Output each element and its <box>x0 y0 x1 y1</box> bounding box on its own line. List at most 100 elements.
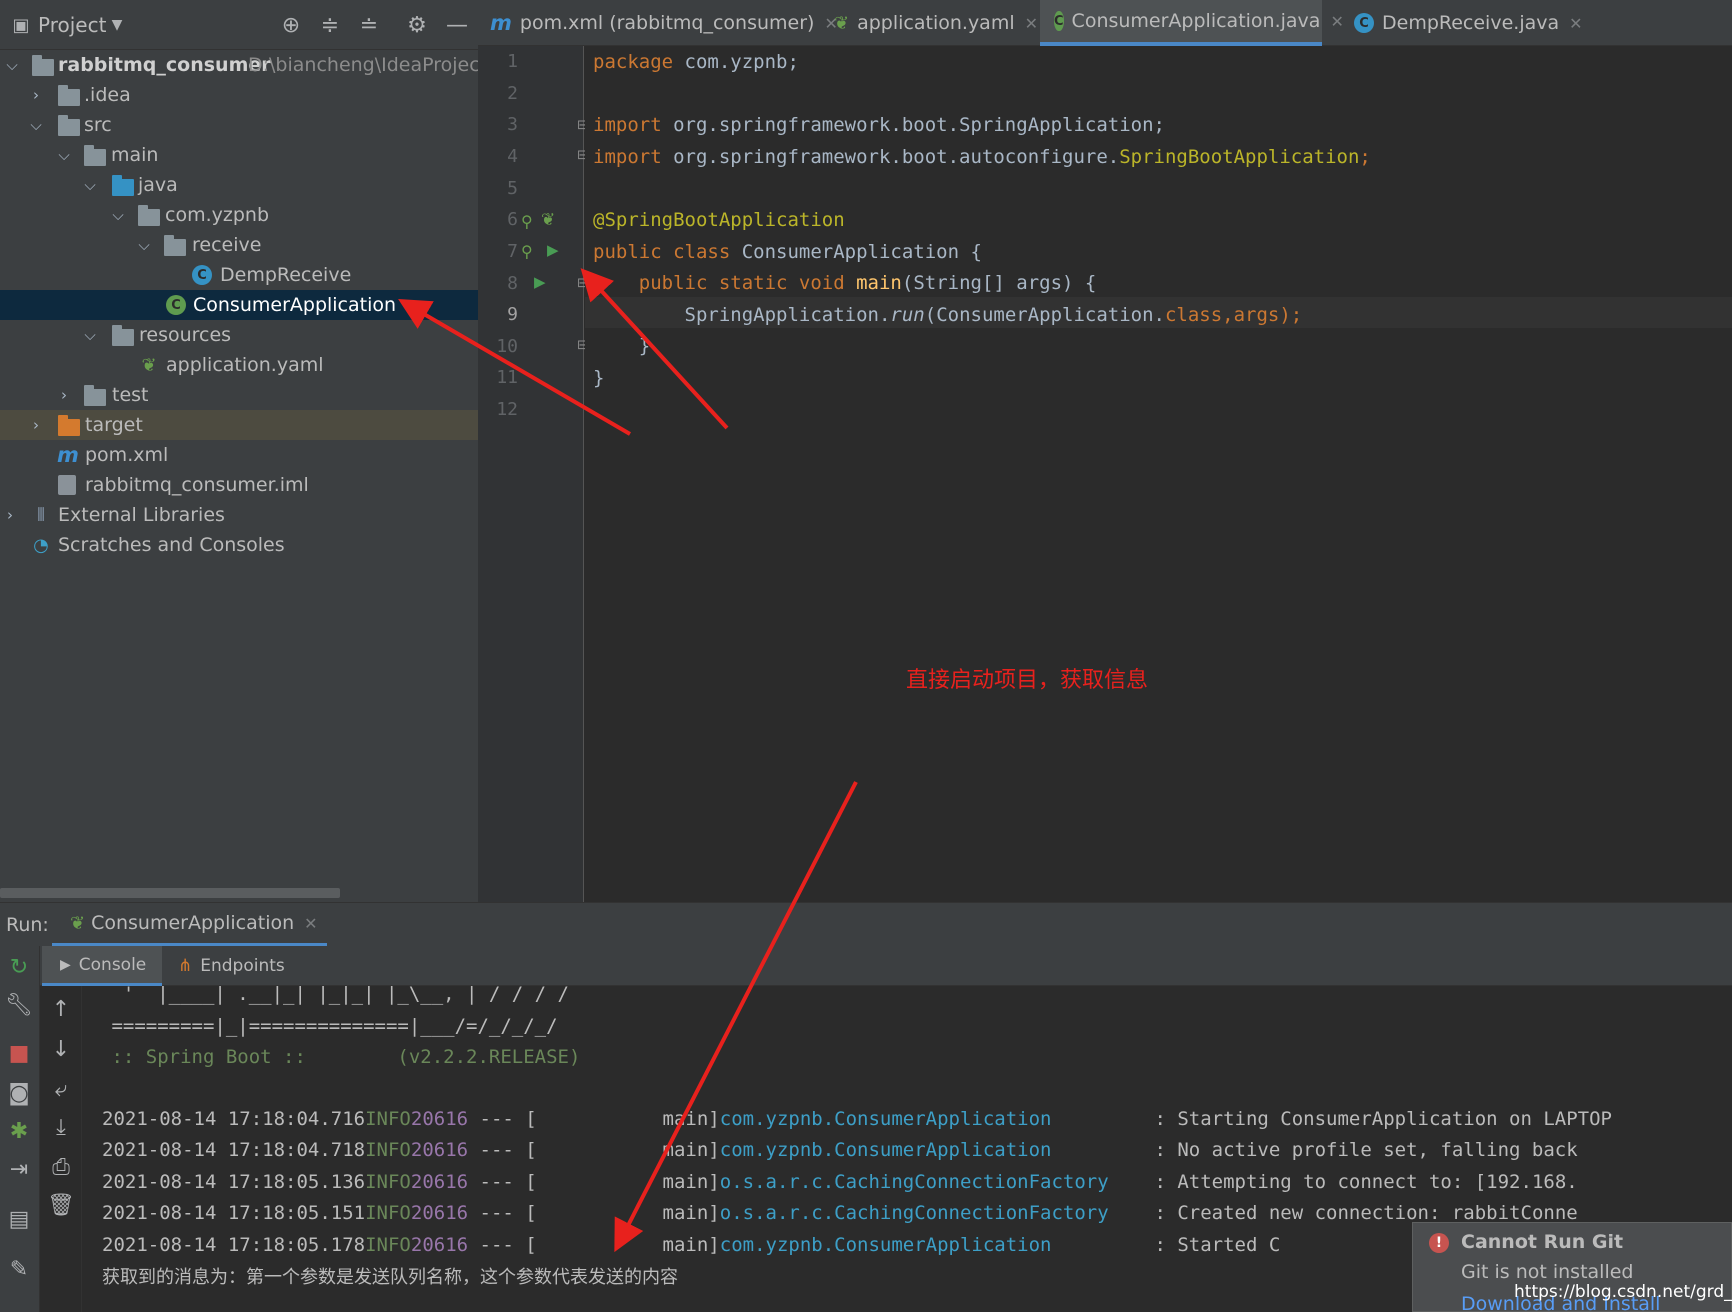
tree-item-application-yaml[interactable]: ❦ application.yaml <box>0 350 478 380</box>
tree-item-test[interactable]: › test <box>0 380 478 410</box>
project-view-selector[interactable]: Project <box>38 13 106 37</box>
log-sep: --- [ <box>468 1171 537 1193</box>
line-number: 8 <box>507 273 518 294</box>
close-icon[interactable]: ✕ <box>1569 14 1582 33</box>
debug-icon[interactable]: ✱ <box>6 1118 32 1144</box>
yaml-spring-icon: ❦ <box>141 354 157 376</box>
keyword: public static void <box>593 272 845 294</box>
excluded-folder-icon <box>58 415 80 436</box>
code-line-10: } <box>593 335 651 357</box>
scroll-to-end-icon[interactable]: ⤓ <box>48 1114 74 1140</box>
tree-item-label: java <box>138 174 178 196</box>
tree-item-iml[interactable]: rabbitmq_consumer.iml <box>0 470 478 500</box>
endpoints-icon: ⋔ <box>178 956 193 976</box>
line-number: 5 <box>507 178 518 199</box>
chevron-down-icon[interactable]: ⌵ <box>136 236 152 254</box>
print-icon[interactable]: ⎙ <box>48 1154 74 1180</box>
chevron-down-icon[interactable]: ⌵ <box>82 176 98 194</box>
soft-wrap-icon[interactable]: ⤶ <box>48 1076 74 1102</box>
chevron-down-icon[interactable]: ⌵ <box>110 206 126 224</box>
tree-item-label: .idea <box>84 84 131 106</box>
spring-config-gutter-icon[interactable]: ❦ <box>541 210 555 230</box>
spring-bean-gutter-icon[interactable]: ⚲ <box>521 212 533 231</box>
log-timestamp: 2021-08-14 17:18:05.151 <box>102 1202 366 1224</box>
tree-item-com-yzpnb[interactable]: ⌵ com.yzpnb <box>0 200 478 230</box>
code-editor[interactable]: package com.yzpnb; import org.springfram… <box>585 46 1732 902</box>
code-line-9: SpringApplication. run (ConsumerApplicatio… <box>593 300 1303 330</box>
log-pad <box>1051 1108 1154 1130</box>
arrow-up-icon[interactable]: ↑ <box>48 996 74 1022</box>
tree-item-scratches[interactable]: ◔ Scratches and Consoles <box>0 530 478 560</box>
code-text: ConsumerApplication { <box>730 241 982 263</box>
tab-console[interactable]: ▶ Console <box>42 946 162 986</box>
tree-item-main[interactable]: ⌵ main <box>0 140 478 170</box>
log-logger[interactable]: com.yzpnb.ConsumerApplication <box>720 1234 1052 1256</box>
pin-icon[interactable]: ✎ <box>6 1256 32 1282</box>
layout-icon[interactable]: ▤ <box>6 1206 32 1232</box>
chevron-right-icon[interactable]: › <box>28 86 44 104</box>
run-gutter-icon[interactable]: ▶ <box>534 273 546 291</box>
chevron-down-icon[interactable]: ⌵ <box>82 326 98 344</box>
chevron-down-icon[interactable]: ⌵ <box>4 56 20 74</box>
minimize-icon[interactable]: — <box>444 12 470 38</box>
tab-consumerapplication-java[interactable]: C ConsumerApplication.java ✕ <box>1040 0 1344 46</box>
code-text: (ConsumerApplication. <box>924 304 1165 326</box>
spring-bean-gutter-icon[interactable]: ⚲ <box>521 242 533 261</box>
tree-item-rabbitmq-consumer[interactable]: ⌵ rabbitmq_consumer D:\biancheng\IdeaPro… <box>0 50 478 80</box>
tree-item-idea[interactable]: › .idea <box>0 80 478 110</box>
tree-item-label: External Libraries <box>58 504 225 526</box>
chevron-down-icon[interactable]: ⌵ <box>28 116 44 134</box>
run-gutter-icon[interactable]: ▶ <box>547 241 559 259</box>
rerun-icon[interactable]: ↻ <box>6 954 32 980</box>
spring-boot-class-icon: C <box>166 295 186 315</box>
tab-endpoints[interactable]: ⋔ Endpoints <box>178 946 285 986</box>
tree-item-target[interactable]: › target <box>0 410 478 440</box>
wrench-icon[interactable]: 🔧︎ <box>5 992 33 1018</box>
tree-item-receive[interactable]: ⌵ receive <box>0 230 478 260</box>
tab-pom-xml[interactable]: m pom.xml (rabbitmq_consumer) ✕ <box>490 0 838 46</box>
tree-item-src[interactable]: ⌵ src <box>0 110 478 140</box>
run-panel-header: Run: ❦ ConsumerApplication ✕ <box>0 902 1732 947</box>
tab-dempreceive-java[interactable]: C DempReceive.java ✕ <box>1354 0 1583 46</box>
exit-icon[interactable]: ⇥ <box>6 1156 32 1182</box>
log-sep: --- [ <box>468 1234 537 1256</box>
collapse-all-icon[interactable]: ≐ <box>356 12 382 38</box>
code-text: org.springframework.boot.autoconfigure. <box>661 146 1120 168</box>
chevron-down-icon[interactable]: ▼ <box>104 12 130 38</box>
tree-item-dempreceive[interactable]: C DempReceive <box>0 260 478 290</box>
horizontal-scrollbar[interactable] <box>0 888 340 898</box>
tree-item-java[interactable]: ⌵ java <box>0 170 478 200</box>
code-text: org.springframework.boot.SpringApplicati… <box>661 114 1165 136</box>
tab-application-yaml[interactable]: ❦ application.yaml ✕ <box>834 0 1038 46</box>
stop-icon[interactable]: ■ <box>6 1040 32 1066</box>
tree-item-external-libraries[interactable]: › ⫴ External Libraries <box>0 500 478 530</box>
chevron-right-icon[interactable]: › <box>2 506 18 524</box>
tree-item-pom-xml[interactable]: m pom.xml <box>0 440 478 470</box>
chevron-right-icon[interactable]: › <box>28 416 44 434</box>
gear-icon[interactable]: ⚙ <box>404 12 430 38</box>
project-icon: ▣ <box>12 14 30 36</box>
locate-icon[interactable]: ⊕ <box>278 12 304 38</box>
close-icon[interactable]: ✕ <box>1330 12 1343 31</box>
tree-item-consumerapplication[interactable]: C ConsumerApplication <box>0 290 478 320</box>
log-pid: 20616 <box>410 1202 469 1224</box>
log-logger[interactable]: o.s.a.r.c.CachingConnectionFactory <box>720 1171 1109 1193</box>
camera-icon[interactable]: ◙ <box>6 1080 32 1106</box>
keyword: class <box>1164 304 1223 326</box>
trash-icon[interactable]: 🗑︎ <box>47 1192 75 1218</box>
log-logger[interactable]: o.s.a.r.c.CachingConnectionFactory <box>720 1202 1109 1224</box>
tree-item-resources[interactable]: ⌵ resources <box>0 320 478 350</box>
expand-all-icon[interactable]: ≑ <box>317 12 343 38</box>
chevron-right-icon[interactable]: › <box>56 386 72 404</box>
log-line: 2021-08-14 17:18:05.151 INFO 20616 --- [… <box>102 1198 1578 1228</box>
folder-icon <box>58 115 80 136</box>
close-icon[interactable]: ✕ <box>304 914 317 933</box>
chevron-down-icon[interactable]: ⌵ <box>56 146 72 164</box>
log-logger[interactable]: com.yzpnb.ConsumerApplication <box>720 1139 1052 1161</box>
log-logger[interactable]: com.yzpnb.ConsumerApplication <box>720 1108 1052 1130</box>
log-line: 2021-08-14 17:18:04.718 INFO 20616 --- [… <box>102 1135 1578 1165</box>
close-icon[interactable]: ✕ <box>1025 14 1038 33</box>
tree-item-label: target <box>85 414 143 436</box>
arrow-down-icon[interactable]: ↓ <box>48 1036 74 1062</box>
run-tab-consumerapplication[interactable]: ❦ ConsumerApplication ✕ <box>52 903 327 947</box>
